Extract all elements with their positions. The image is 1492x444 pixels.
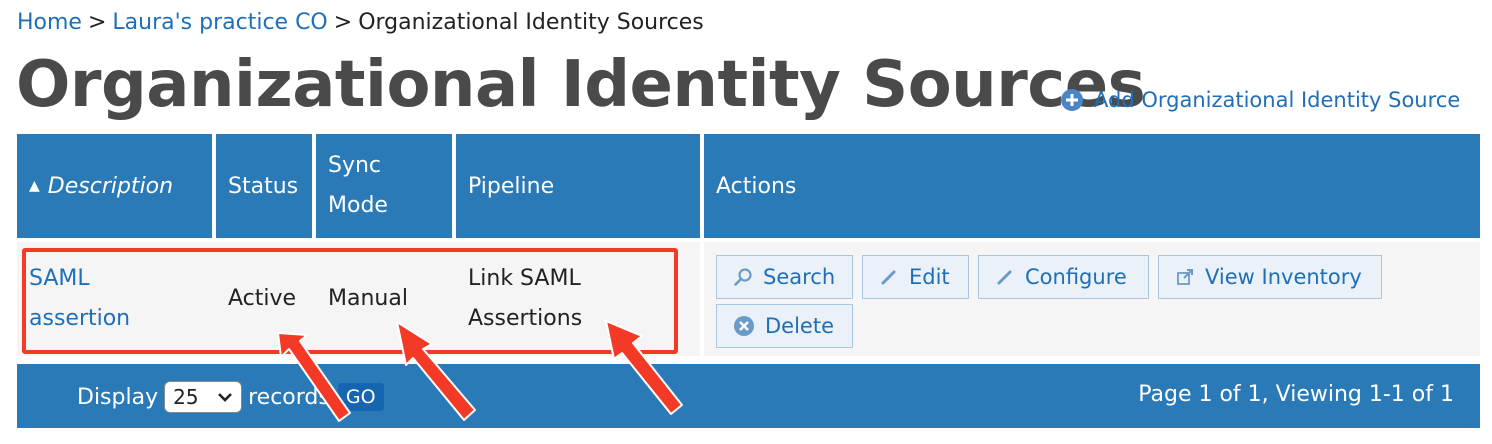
pencil-icon (997, 270, 1012, 285)
edit-button-label: Edit (909, 265, 950, 289)
actions-cell: Search Edit Configure View Inventory Del… (704, 242, 1480, 356)
configure-button[interactable]: Configure (978, 255, 1149, 299)
add-link-label: Add Organizational Identity Source (1094, 88, 1461, 112)
breadcrumb: Home > Laura's practice CO > Organizational … (17, 10, 704, 35)
pagination-footer: Display 25 records GO Page 1 of 1, Viewi… (17, 364, 1480, 428)
records-per-page-select[interactable]: 25 (164, 381, 243, 413)
description-cell: SAML assertion (17, 242, 212, 356)
view-inventory-button-label: View Inventory (1205, 265, 1362, 289)
pipeline-cell: Link SAML Assertions (456, 242, 700, 356)
breadcrumb-current: Organizational Identity Sources (358, 10, 704, 35)
display-label: Display (77, 384, 159, 410)
breadcrumb-separator: > (333, 10, 353, 35)
search-icon (734, 268, 752, 286)
search-button[interactable]: Search (716, 255, 853, 299)
breadcrumb-separator: > (87, 10, 107, 35)
column-header-label: Sync (328, 153, 382, 178)
external-link-icon (1177, 269, 1193, 285)
delete-circle-icon (734, 316, 754, 336)
column-header-label: Status (228, 173, 299, 199)
go-button[interactable]: GO (337, 383, 384, 411)
delete-button[interactable]: Delete (716, 304, 853, 348)
column-header-label: Mode (328, 193, 388, 218)
description-link[interactable]: SAML assertion (29, 259, 130, 339)
records-per-page-control: Display 25 records GO (77, 381, 384, 413)
delete-button-label: Delete (765, 314, 834, 338)
column-header-label: Actions (716, 173, 797, 199)
records-label: records (248, 384, 330, 410)
column-header-label: Pipeline (468, 173, 555, 199)
sort-ascending-icon: ▲ (29, 178, 40, 194)
page-title: Organizational Identity Sources (16, 48, 1146, 122)
description-line: SAML (29, 266, 90, 291)
configure-button-label: Configure (1025, 265, 1127, 289)
column-header-actions: Actions (704, 134, 1480, 238)
edit-button[interactable]: Edit (862, 255, 969, 299)
pencil-icon (881, 270, 896, 285)
breadcrumb-co-link[interactable]: Laura's practice CO (112, 10, 327, 35)
sync-mode-cell: Manual (328, 286, 408, 311)
column-header-label: Description (47, 173, 174, 199)
breadcrumb-home-link[interactable]: Home (17, 10, 82, 35)
description-line: assertion (29, 306, 131, 331)
pipeline-line: Assertions (468, 306, 583, 331)
pagination-info: Page 1 of 1, Viewing 1-1 of 1 (1138, 382, 1454, 407)
chevron-down-icon (218, 393, 233, 402)
column-header-sync-mode[interactable]: Sync Mode (316, 134, 452, 238)
status-cell: Active (228, 286, 297, 311)
plus-circle-icon (1061, 89, 1083, 111)
records-per-page-value: 25 (173, 385, 199, 409)
column-header-description[interactable]: ▲ Description (17, 134, 212, 238)
search-button-label: Search (763, 265, 836, 289)
table-row: SAML assertion Active Manual Link SAML A… (17, 242, 700, 356)
column-header-status[interactable]: Status (216, 134, 312, 238)
pipeline-line: Link SAML (468, 266, 581, 291)
view-inventory-button[interactable]: View Inventory (1158, 255, 1382, 299)
add-org-identity-source-link[interactable]: Add Organizational Identity Source (1060, 88, 1460, 112)
column-header-pipeline[interactable]: Pipeline (456, 134, 700, 238)
